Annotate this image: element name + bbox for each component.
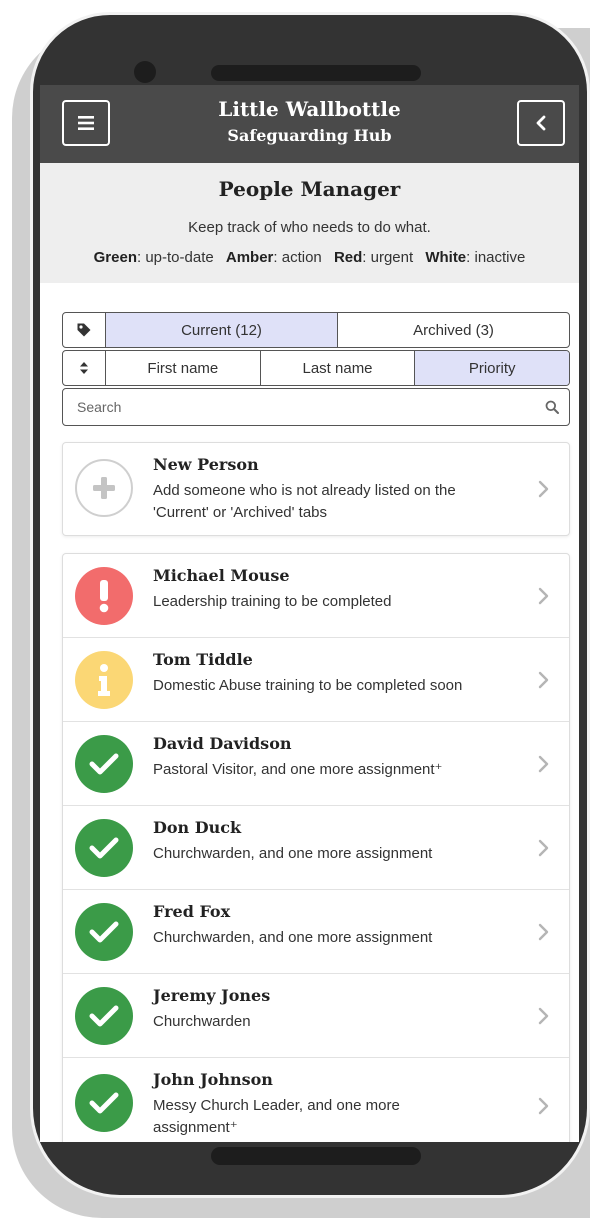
legend-amber: Amber: action <box>225 249 322 266</box>
chevron-right-icon <box>538 480 549 498</box>
new-person-card[interactable]: New Person Add someone who is not alread… <box>62 442 570 536</box>
sort-priority[interactable]: Priority <box>415 351 569 385</box>
top-bar: Little Wallbottle Safeguarding Hub <box>40 85 579 163</box>
person-description: Messy Church Leader, and one more assign… <box>153 1097 400 1136</box>
person-row[interactable]: Fred Fox Churchwarden, and one more assi… <box>63 890 569 974</box>
app-subtitle: Safeguarding Hub <box>227 126 392 145</box>
tag-icon <box>63 313 106 347</box>
sort-last-name[interactable]: Last name <box>261 351 416 385</box>
person-name: Don Duck <box>153 818 242 837</box>
camera-icon <box>134 61 156 83</box>
plus-icon <box>75 459 133 517</box>
person-name: Fred Fox <box>153 902 231 921</box>
new-person-title: New Person <box>153 455 259 474</box>
sort-options: First name Last name Priority <box>62 350 570 386</box>
check-icon <box>75 903 133 961</box>
sort-icon <box>63 351 106 385</box>
chevron-right-icon <box>538 587 549 605</box>
person-description: Churchwarden, and one more assignment <box>153 929 433 946</box>
people-list: Michael Mouse Leadership training to be … <box>62 553 570 1142</box>
check-icon <box>75 987 133 1045</box>
back-button[interactable] <box>517 100 565 146</box>
person-row[interactable]: John Johnson Messy Church Leader, and on… <box>63 1058 569 1142</box>
chevron-right-icon <box>538 755 549 773</box>
chevron-right-icon <box>538 923 549 941</box>
chevron-right-icon <box>538 1007 549 1025</box>
chevron-right-icon <box>538 671 549 689</box>
phone-frame: Little Wallbottle Safeguarding Hub Peopl… <box>30 12 590 1198</box>
legend-red: Red: urgent <box>333 249 414 266</box>
check-icon <box>75 735 133 793</box>
speaker-grille <box>211 65 421 81</box>
person-row[interactable]: Don Duck Churchwarden, and one more assi… <box>63 806 569 890</box>
page-header: People Manager Keep track of who needs t… <box>40 163 579 283</box>
page-title: People Manager <box>218 177 401 201</box>
new-person-row[interactable]: New Person Add someone who is not alread… <box>63 443 569 535</box>
chevron-right-icon <box>538 839 549 857</box>
search-bar <box>62 388 570 426</box>
person-description: Domestic Abuse training to be completed … <box>153 677 463 694</box>
person-row[interactable]: Tom Tiddle Domestic Abuse training to be… <box>63 638 569 722</box>
check-icon <box>75 819 133 877</box>
person-description: Churchwarden <box>153 1013 251 1030</box>
search-input[interactable] <box>63 399 535 415</box>
home-bar[interactable] <box>211 1147 421 1165</box>
person-description: Leadership training to be completed <box>153 593 392 610</box>
person-name: Tom Tiddle <box>153 650 253 669</box>
search-icon[interactable] <box>535 400 569 414</box>
tab-archived[interactable]: Archived (3) <box>338 313 569 347</box>
person-description: Churchwarden, and one more assignment <box>153 845 433 862</box>
legend-white: White: inactive <box>425 249 526 266</box>
chevron-right-icon <box>538 1097 549 1115</box>
sort-first-name[interactable]: First name <box>106 351 261 385</box>
status-legend: Green: up-to-date Amber: action Red: urg… <box>40 249 579 266</box>
legend-green: Green: up-to-date <box>93 249 214 266</box>
exclamation-icon <box>75 567 133 625</box>
hamburger-icon <box>78 116 94 130</box>
check-icon <box>75 1074 133 1132</box>
new-person-description: Add someone who is not already listed on… <box>153 482 456 521</box>
person-row[interactable]: Jeremy Jones Churchwarden <box>63 974 569 1058</box>
tab-current[interactable]: Current (12) <box>106 313 338 347</box>
person-name: Michael Mouse <box>153 566 290 585</box>
chevron-left-icon <box>536 115 546 131</box>
menu-button[interactable] <box>62 100 110 146</box>
person-row[interactable]: David Davidson Pastoral Visitor, and one… <box>63 722 569 806</box>
person-name: John Johnson <box>153 1070 273 1089</box>
list-tabs: Current (12) Archived (3) <box>62 312 570 348</box>
app-screen: Little Wallbottle Safeguarding Hub Peopl… <box>40 85 579 1142</box>
person-name: David Davidson <box>153 734 292 753</box>
app-title: Little Wallbottle <box>218 97 401 121</box>
info-icon <box>75 651 133 709</box>
page-description: Keep track of who needs to do what. <box>188 219 431 236</box>
person-row[interactable]: Michael Mouse Leadership training to be … <box>63 554 569 638</box>
person-name: Jeremy Jones <box>153 986 271 1005</box>
person-description: Pastoral Visitor, and one more assignmen… <box>153 761 443 778</box>
